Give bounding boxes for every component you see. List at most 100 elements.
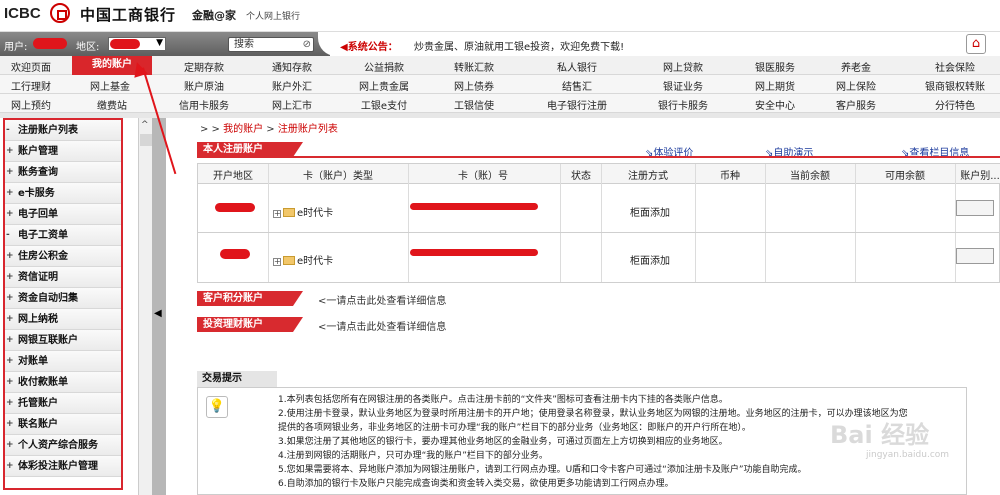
nav-item[interactable]: 客户服务	[836, 97, 876, 112]
sidebar-item[interactable]: + 账务查询	[3, 162, 123, 183]
sidebar: - 注册账户列表 + 账户管理 + 账务查询 + e卡服务 + 电子回单 - 电子工资单 +…	[0, 118, 138, 495]
sidebar-item[interactable]: + 住房公积金	[3, 246, 123, 267]
register-method: 柜面添加	[630, 256, 670, 267]
register-method: 柜面添加	[630, 208, 670, 219]
redacted-username	[33, 38, 67, 49]
card-type-cell[interactable]: + e时代卡	[273, 252, 333, 267]
sidebar-item[interactable]: + 资信证明	[3, 267, 123, 288]
redacted-region	[215, 203, 255, 212]
tip-line: 4.注册到网银的活期账户，只可办理“我的账户”栏目下的部分业务。	[278, 451, 548, 461]
bank-name: 中国工商银行	[80, 6, 177, 24]
nav-item[interactable]: 定期存款	[184, 59, 224, 74]
expand-icon[interactable]: +	[273, 210, 281, 218]
sidebar-item-registered-accounts[interactable]: - 注册账户列表	[3, 120, 123, 141]
account-alias-field[interactable]	[956, 200, 994, 216]
account-alias-field[interactable]	[956, 248, 994, 264]
col-header: 币种	[720, 171, 740, 182]
collapse-left-icon[interactable]: ◀	[154, 308, 162, 319]
card-type-cell[interactable]: + e时代卡	[273, 204, 333, 219]
sidebar-splitter[interactable]: ◀	[152, 118, 166, 495]
tip-line: 3.如果您注册了其他地区的银行卡，要办理其他业务地区的金融业务，可通过页面左上方…	[278, 437, 728, 447]
sidebar-item[interactable]: + 电子回单	[3, 204, 123, 225]
nav-item[interactable]: 账户原油	[184, 78, 224, 93]
nav-item[interactable]: 养老金	[841, 59, 871, 74]
scroll-up-icon[interactable]: ^	[141, 120, 149, 130]
nav-row-1: 欢迎页面 我的账户 定期存款 通知存款 公益捐款 转账汇款 私人银行 网上贷款 …	[0, 56, 1000, 75]
nav-item[interactable]: 公益捐款	[364, 59, 404, 74]
sidebar-item[interactable]: + 托管账户	[3, 393, 123, 414]
search-placeholder: 搜索	[234, 39, 254, 50]
system-notice: ◀系统公告： 炒贵金属、原油就用工银e投资，欢迎免费下载!	[340, 38, 624, 53]
col-header: 账户别...	[960, 171, 1000, 182]
scroll-thumb[interactable]	[140, 134, 152, 146]
folder-icon[interactable]	[283, 256, 295, 265]
home-icon[interactable]: ⌂	[966, 34, 986, 54]
nav-item[interactable]: 社会保险	[935, 59, 975, 74]
breadcrumb-prefix: > >	[200, 124, 224, 135]
section-title-points: 客户积分账户	[197, 291, 303, 306]
table-header: 开户地区 卡（账户）类型 卡（账）号 状态 注册方式 币种 当前余额 可用余额 …	[198, 164, 1000, 184]
notice-message[interactable]: 炒贵金属、原油就用工银e投资，欢迎免费下载!	[414, 38, 624, 53]
sidebar-item[interactable]: + 对账单	[3, 351, 123, 372]
folder-icon[interactable]	[283, 208, 295, 217]
nav-item[interactable]: 电子银行注册	[547, 97, 607, 112]
table-row[interactable]: + e时代卡 柜面添加	[198, 233, 1000, 281]
col-header: 当前余额	[790, 171, 830, 182]
sidebar-item[interactable]: + 账户管理	[3, 141, 123, 162]
lightbulb-icon: 💡	[206, 396, 228, 418]
tip-line: 5.您如果需要将本、异地账户添加为网银注册账户，请到工行网点办理。U盾和口令卡客…	[278, 465, 807, 475]
points-detail-link[interactable]: <一请点击此处查看详细信息	[318, 292, 446, 307]
nav-item[interactable]: 私人银行	[557, 59, 597, 74]
nav-item[interactable]: 分行特色	[935, 97, 975, 112]
breadcrumb-my-account[interactable]: 我的账户	[223, 124, 263, 135]
table-row[interactable]: + e时代卡 柜面添加	[198, 185, 1000, 233]
nav-item[interactable]: 网上保险	[836, 78, 876, 93]
col-header: 可用余额	[885, 171, 925, 182]
nav-item[interactable]: 欢迎页面	[11, 59, 51, 74]
nav-item[interactable]: 网上期货	[755, 78, 795, 93]
nav-item[interactable]: 信用卡服务	[179, 97, 229, 112]
sidebar-item[interactable]: + 个人资产综合服务	[3, 435, 123, 456]
nav-item[interactable]: 工银e支付	[361, 97, 407, 112]
sidebar-item[interactable]: + 网银互联账户	[3, 330, 123, 351]
nav-item[interactable]: 工银信使	[454, 97, 494, 112]
nav-item[interactable]: 网上债券	[454, 78, 494, 93]
nav-item[interactable]: 银商银权转账	[925, 78, 985, 93]
investment-detail-link[interactable]: <一请点击此处查看详细信息	[318, 318, 446, 333]
nav-item[interactable]: 结售汇	[562, 78, 592, 93]
nav-item[interactable]: 网上汇市	[272, 97, 312, 112]
nav-item[interactable]: 网上贵金属	[359, 78, 409, 93]
area-label: 地区:	[76, 42, 100, 53]
nav-item[interactable]: 安全中心	[755, 97, 795, 112]
top-header: ICBC 中国工商银行 金融@家 个人网上银行	[0, 0, 1000, 32]
nav-item[interactable]: 工行理财	[11, 78, 51, 93]
nav-item[interactable]: 银行卡服务	[658, 97, 708, 112]
sidebar-item[interactable]: + 联名账户	[3, 414, 123, 435]
sidebar-item[interactable]: + 网上纳税	[3, 309, 123, 330]
nav-item[interactable]: 网上贷款	[663, 59, 703, 74]
breadcrumb-sep: >	[263, 124, 278, 135]
panel-title: 本人注册账户	[197, 142, 303, 157]
sidebar-scrollbar[interactable]: ^	[138, 118, 152, 495]
search-icon[interactable]: ⊘	[303, 38, 311, 51]
icbc-logo-text: ICBC	[4, 5, 41, 22]
nav-item[interactable]: 账户外汇	[272, 78, 312, 93]
nav-item[interactable]: 转账汇款	[454, 59, 494, 74]
sidebar-item[interactable]: - 电子工资单	[3, 225, 123, 246]
nav-item[interactable]: 网上预约	[11, 97, 51, 112]
sidebar-item[interactable]: + 体彩投注账户管理	[3, 456, 123, 477]
search-input[interactable]: 搜索 ⊘	[228, 37, 314, 52]
sidebar-item[interactable]: + 资金自动归集	[3, 288, 123, 309]
nav-item[interactable]: 缴费站	[97, 97, 127, 112]
nav-item[interactable]: 网上基金	[90, 78, 130, 93]
notice-title: ◀系统公告：	[340, 42, 398, 53]
expand-icon[interactable]: +	[273, 258, 281, 266]
sidebar-item[interactable]: + 收付款账单	[3, 372, 123, 393]
nav-item[interactable]: 通知存款	[272, 59, 312, 74]
sidebar-item[interactable]: + e卡服务	[3, 183, 123, 204]
nav-item[interactable]: 银医服务	[755, 59, 795, 74]
col-header: 状态	[571, 171, 591, 182]
nav-item[interactable]: 银证业务	[663, 78, 703, 93]
col-header: 卡（账）号	[458, 171, 508, 182]
col-header: 注册方式	[628, 171, 668, 182]
